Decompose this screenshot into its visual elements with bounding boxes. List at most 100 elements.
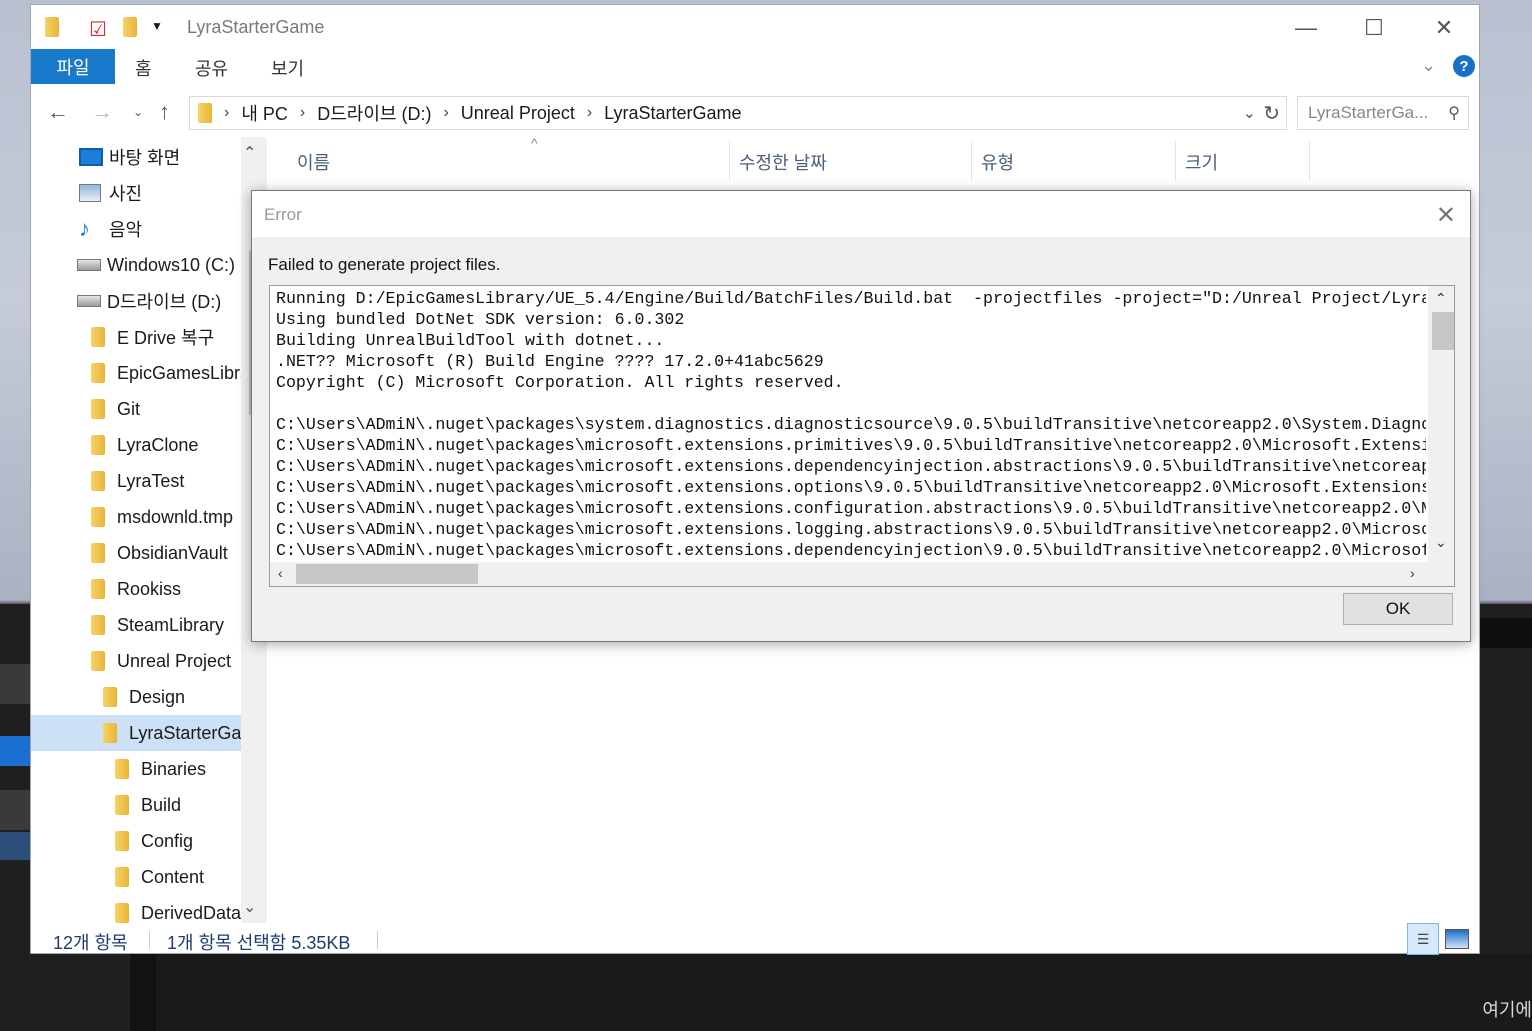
folder-icon	[91, 327, 105, 347]
tab-view[interactable]: 보기	[271, 55, 304, 81]
error-message: Failed to generate project files.	[268, 255, 501, 274]
column-divider[interactable]	[971, 141, 972, 181]
nav-item[interactable]: ♪ 음악	[31, 211, 241, 247]
navigation-bar: ← → ⌄ ↑ › 내 PC › D드라이브 (D:) › Unreal Pro…	[31, 93, 1479, 133]
nav-item-label: Rookiss	[117, 578, 182, 599]
column-type[interactable]: 유형	[981, 149, 1014, 175]
column-name[interactable]: 이름	[297, 149, 330, 175]
nav-item[interactable]: Design	[31, 679, 241, 715]
nav-item[interactable]: Windows10 (C:)	[31, 247, 241, 283]
nav-item-label: Build	[141, 794, 182, 815]
log-horizontal-scrollbar-thumb[interactable]	[296, 564, 478, 584]
folder-icon	[91, 435, 105, 455]
desktop-bar	[1480, 618, 1532, 648]
window-title: LyraStarterGame	[187, 17, 325, 37]
log-horizontal-scrollbar[interactable]: ‹ ›	[270, 562, 1454, 586]
nav-item[interactable]: D드라이브 (D:)	[31, 283, 241, 319]
nav-item[interactable]: Binaries	[31, 751, 241, 787]
folder-icon	[198, 103, 212, 123]
folder-icon	[91, 471, 105, 491]
nav-item[interactable]: 바탕 화면	[31, 139, 241, 175]
log-line: .NET?? Microsoft (R) Build Engine ???? 1…	[276, 352, 824, 371]
nav-item-label: SteamLibrary	[117, 614, 225, 635]
column-divider[interactable]	[1309, 141, 1310, 181]
scroll-left-icon[interactable]: ‹	[278, 565, 283, 581]
column-size[interactable]: 크기	[1185, 149, 1218, 175]
breadcrumb-lyrastartergame[interactable]: LyraStarterGame	[604, 103, 741, 124]
help-icon[interactable]: ?	[1453, 55, 1475, 77]
scroll-down-icon[interactable]: ⌄	[1435, 534, 1447, 551]
properties-icon[interactable]: ☑	[89, 17, 107, 42]
breadcrumb-d-drive[interactable]: D드라이브 (D:)	[317, 100, 431, 126]
address-bar[interactable]: › 내 PC › D드라이브 (D:) › Unreal Project › L…	[189, 96, 1287, 130]
nav-item-label: Config	[141, 830, 194, 851]
nav-item[interactable]: SteamLibrary	[31, 607, 241, 643]
details-view-icon[interactable]: ☰	[1407, 923, 1439, 955]
log-vertical-scrollbar[interactable]: ⌃ ⌄	[1428, 286, 1454, 562]
ok-button[interactable]: OK	[1343, 593, 1453, 625]
dialog-title-bar: Error ✕	[252, 191, 1470, 237]
log-line: Using bundled DotNet SDK version: 6.0.30…	[276, 310, 685, 329]
tab-home[interactable]: 홈	[135, 55, 152, 81]
nav-item[interactable]: msdownld.tmp	[31, 499, 241, 535]
nav-item[interactable]: LyraTest	[31, 463, 241, 499]
breadcrumb-this-pc[interactable]: 내 PC	[241, 100, 288, 126]
large-icons-view-icon[interactable]	[1445, 929, 1469, 949]
tab-file[interactable]: 파일	[31, 49, 115, 84]
scroll-up-icon[interactable]: ⌃	[243, 143, 256, 163]
search-icon[interactable]: ⚲	[1448, 103, 1460, 123]
breadcrumb-unreal-project[interactable]: Unreal Project	[461, 103, 575, 124]
forward-icon[interactable]: →	[91, 99, 113, 125]
nav-item[interactable]: 사진	[31, 175, 241, 211]
log-line: C:\Users\ADmiN\.nuget\packages\system.di…	[276, 415, 1426, 434]
new-folder-icon[interactable]	[123, 17, 137, 42]
expand-ribbon-icon[interactable]: ⌄	[1421, 55, 1436, 76]
close-button[interactable]: ✕	[1421, 11, 1467, 45]
scroll-down-icon[interactable]: ⌄	[243, 897, 256, 917]
customize-quick-access-icon[interactable]: ▼	[151, 19, 163, 33]
scroll-up-icon[interactable]: ⌃	[1435, 290, 1447, 307]
nav-item-label: Binaries	[141, 758, 207, 779]
refresh-icon[interactable]: ↻	[1263, 101, 1280, 126]
nav-item[interactable]: EpicGamesLibrary	[31, 355, 241, 391]
nav-item[interactable]: Config	[31, 823, 241, 859]
nav-item[interactable]: ObsidianVault	[31, 535, 241, 571]
nav-item[interactable]: LyraStarterGame	[31, 715, 241, 751]
nav-item[interactable]: E Drive 복구	[31, 319, 241, 355]
nav-item[interactable]: Content	[31, 859, 241, 895]
log-vertical-scrollbar-thumb[interactable]	[1432, 312, 1454, 350]
folder-icon	[115, 903, 129, 923]
nav-item[interactable]: Build	[31, 787, 241, 823]
column-date-modified[interactable]: 수정한 날짜	[739, 149, 827, 175]
nav-item-label: E Drive 복구	[117, 328, 215, 348]
folder-icon	[91, 399, 105, 419]
nav-item[interactable]: Rookiss	[31, 571, 241, 607]
column-divider[interactable]	[1175, 141, 1176, 181]
close-icon[interactable]: ✕	[1436, 201, 1456, 230]
desktop-panel-highlight	[0, 736, 30, 766]
nav-item[interactable]: DerivedDataCache	[31, 895, 241, 923]
dialog-title: Error	[264, 205, 302, 224]
recent-locations-icon[interactable]: ⌄	[133, 105, 143, 119]
nav-item-label: ObsidianVault	[117, 542, 228, 563]
nav-item[interactable]: Unreal Project	[31, 643, 241, 679]
scroll-right-icon[interactable]: ›	[1410, 565, 1415, 581]
search-input[interactable]: LyraStarterGa... ⚲	[1297, 96, 1469, 130]
address-dropdown-icon[interactable]: ⌄	[1243, 103, 1256, 123]
maximize-button[interactable]: ☐	[1351, 11, 1397, 45]
nav-item[interactable]: LyraClone	[31, 427, 241, 463]
title-bar: ☑ ▼ LyraStarterGame — ☐ ✕	[31, 5, 1479, 49]
nav-item-label: DerivedDataCache	[141, 902, 241, 923]
nav-item-label: D드라이브 (D:)	[107, 292, 222, 312]
up-icon[interactable]: ↑	[159, 99, 170, 125]
drive-icon	[77, 295, 101, 307]
back-icon[interactable]: ←	[47, 99, 69, 125]
log-textbox[interactable]: Running D:/EpicGamesLibrary/UE_5.4/Engin…	[269, 285, 1455, 587]
nav-item-label: EpicGamesLibrary	[117, 362, 241, 383]
tab-share[interactable]: 공유	[195, 55, 228, 81]
nav-item[interactable]: Git	[31, 391, 241, 427]
nav-item-label: Content	[141, 866, 205, 887]
column-divider[interactable]	[729, 141, 730, 181]
error-dialog: Error ✕ Failed to generate project files…	[251, 190, 1471, 642]
minimize-button[interactable]: —	[1283, 11, 1329, 45]
